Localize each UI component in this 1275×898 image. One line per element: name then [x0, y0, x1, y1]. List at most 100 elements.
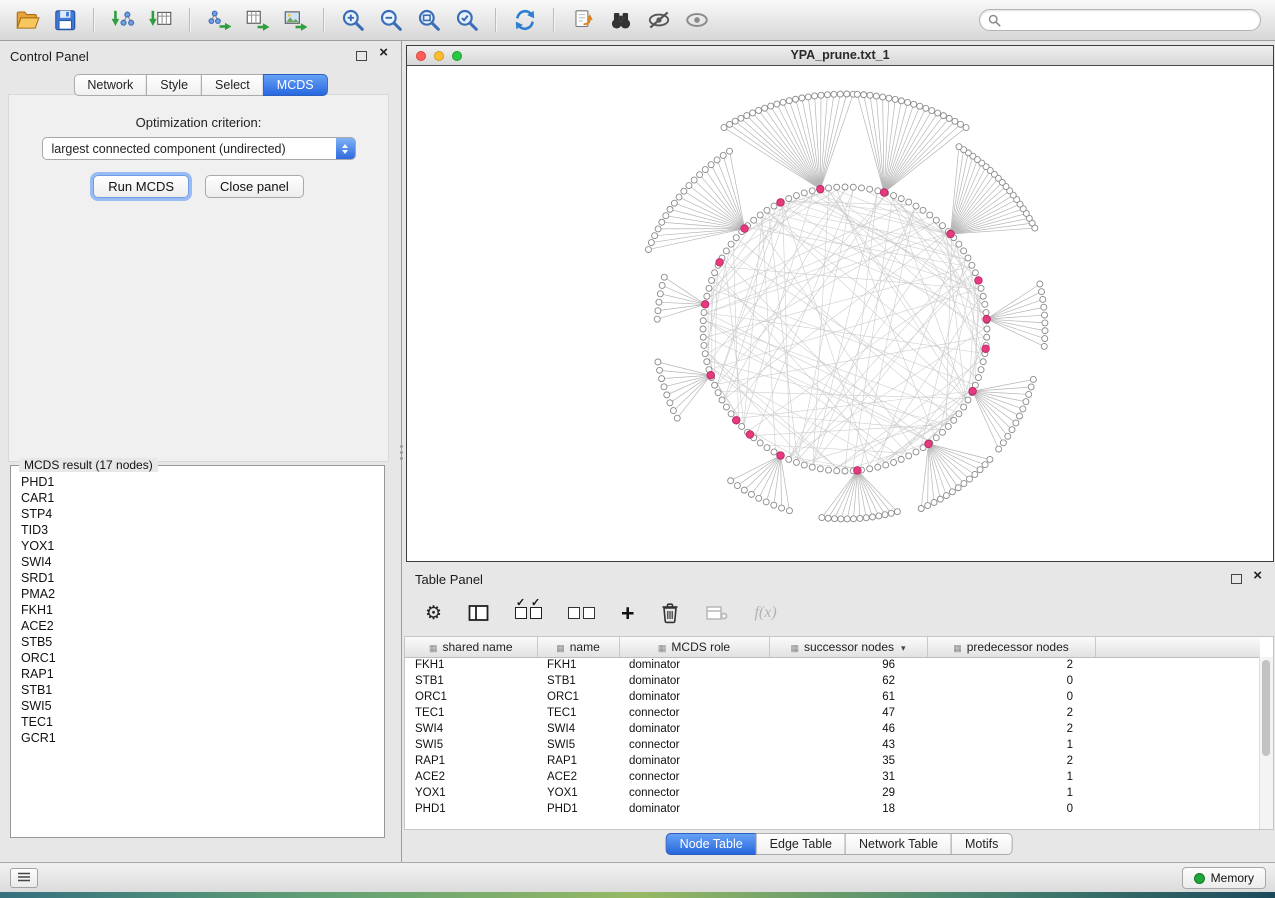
result-node[interactable]: FKH1 [21, 602, 380, 618]
window-close-icon[interactable] [416, 51, 426, 61]
table-row[interactable]: SWI5SWI5connector431 [405, 737, 1260, 753]
node-table-body: FKH1FKH1dominator962STB1STB1dominator620… [405, 657, 1260, 817]
column-grid-icon: ▦ [790, 643, 799, 653]
tab-style[interactable]: Style [146, 74, 202, 96]
table-row[interactable]: RAP1RAP1dominator352 [405, 753, 1260, 769]
dominator-node [701, 301, 709, 309]
run-mcds-button[interactable]: Run MCDS [93, 175, 189, 198]
dominator-node [817, 185, 825, 193]
table-row[interactable]: STB1STB1dominator620 [405, 673, 1260, 689]
table-row[interactable]: SWI4SWI4dominator462 [405, 721, 1260, 737]
memory-button[interactable]: Memory [1182, 867, 1266, 889]
eye-slash-icon [646, 7, 672, 33]
sort-arrow-icon[interactable]: ▾ [901, 643, 906, 653]
selected-criterion: largest connected component (undirected) [43, 142, 336, 156]
export-network-icon [206, 7, 232, 33]
result-node[interactable]: TID3 [21, 522, 380, 538]
export-image-button[interactable] [279, 4, 311, 36]
add-column-button[interactable]: + [621, 603, 634, 623]
dominator-node [880, 189, 888, 197]
close-panel-icon[interactable]: × [379, 45, 388, 61]
table-row[interactable]: PHD1PHD1dominator180 [405, 801, 1260, 817]
table-scrollbar[interactable] [1259, 657, 1273, 829]
table-row[interactable]: ORC1ORC1dominator610 [405, 689, 1260, 705]
close-table-panel-icon[interactable]: × [1253, 568, 1262, 584]
network-canvas[interactable] [407, 66, 1273, 561]
result-node[interactable]: SWI5 [21, 698, 380, 714]
table-panel-title: Table Panel [415, 572, 483, 587]
checked-box-icon: ✓ [530, 607, 542, 619]
table-tab-node-table[interactable]: Node Table [666, 833, 757, 855]
disabled-grid-icon [706, 605, 728, 621]
import-table-icon [148, 7, 174, 33]
zoom-in-button[interactable] [337, 4, 369, 36]
task-history-button[interactable] [10, 868, 38, 888]
column-header-name[interactable]: ▦name [537, 637, 619, 657]
close-panel-button[interactable]: Close panel [205, 175, 304, 198]
result-node[interactable]: SWI4 [21, 554, 380, 570]
tab-select[interactable]: Select [201, 74, 264, 96]
import-network-button[interactable] [107, 4, 139, 36]
binoculars-button[interactable] [605, 4, 637, 36]
scrollbar-thumb[interactable] [1262, 660, 1270, 756]
column-header-predecessor-nodes[interactable]: ▦predecessor nodes [927, 637, 1095, 657]
rename-column-button[interactable] [706, 605, 728, 621]
zoom-fit-button[interactable] [413, 4, 445, 36]
table-tab-edge-table[interactable]: Edge Table [756, 833, 846, 855]
result-node[interactable]: PMA2 [21, 586, 380, 602]
open-folder-button[interactable] [11, 4, 43, 36]
result-node[interactable]: STB5 [21, 634, 380, 650]
delete-column-button[interactable] [660, 602, 680, 624]
table-tab-motifs[interactable]: Motifs [951, 833, 1012, 855]
export-table-button[interactable] [241, 4, 273, 36]
refresh-button[interactable] [509, 4, 541, 36]
result-node[interactable]: PHD1 [21, 474, 380, 490]
window-zoom-icon[interactable] [452, 51, 462, 61]
optimization-criterion-label: Optimization criterion: [9, 115, 388, 130]
zoom-fit-icon [416, 7, 442, 33]
clone-network-button[interactable] [567, 4, 599, 36]
result-node[interactable]: YOX1 [21, 538, 380, 554]
import-table-button[interactable] [145, 4, 177, 36]
eye-slash-button[interactable] [643, 4, 675, 36]
table-tab-network-table[interactable]: Network Table [845, 833, 952, 855]
show-column-button[interactable] [468, 604, 489, 622]
select-all-button[interactable]: ✓ ✓ [515, 607, 542, 619]
float-panel-icon[interactable] [356, 51, 367, 61]
main-toolbar [0, 0, 1275, 41]
search-box[interactable] [979, 9, 1261, 31]
column-header-successor-nodes[interactable]: ▦successor nodes▾ [769, 637, 927, 657]
eye-button[interactable] [681, 4, 713, 36]
result-node[interactable]: SRD1 [21, 570, 380, 586]
network-titlebar[interactable]: YPA_prune.txt_1 [407, 46, 1273, 66]
zoom-out-button[interactable] [375, 4, 407, 36]
column-header-MCDS-role[interactable]: ▦MCDS role [619, 637, 769, 657]
node-table: ▦shared name▦name▦MCDS role▦successor no… [404, 636, 1274, 830]
table-row[interactable]: ACE2ACE2connector311 [405, 769, 1260, 785]
tab-network[interactable]: Network [73, 74, 147, 96]
table-row[interactable]: TEC1TEC1connector472 [405, 705, 1260, 721]
desktop-wallpaper [0, 892, 1275, 898]
result-node[interactable]: STB1 [21, 682, 380, 698]
result-node[interactable]: ORC1 [21, 650, 380, 666]
result-node[interactable]: TEC1 [21, 714, 380, 730]
save-button[interactable] [49, 4, 81, 36]
table-settings-button[interactable]: ⚙ [425, 604, 442, 623]
optimization-criterion-select[interactable]: largest connected component (undirected) [42, 137, 356, 160]
window-minimize-icon[interactable] [434, 51, 444, 61]
zoom-selected-button[interactable] [451, 4, 483, 36]
tab-mcds[interactable]: MCDS [263, 74, 328, 96]
float-table-panel-icon[interactable] [1231, 574, 1242, 584]
export-network-button[interactable] [203, 4, 235, 36]
result-node[interactable]: ACE2 [21, 618, 380, 634]
result-node[interactable]: STP4 [21, 506, 380, 522]
deselect-all-button[interactable] [568, 607, 595, 619]
result-node[interactable]: GCR1 [21, 730, 380, 746]
table-row[interactable]: YOX1YOX1connector291 [405, 785, 1260, 801]
search-input[interactable] [1006, 12, 1252, 28]
result-node[interactable]: CAR1 [21, 490, 380, 506]
result-node[interactable]: RAP1 [21, 666, 380, 682]
table-row[interactable]: FKH1FKH1dominator962 [405, 657, 1260, 673]
column-header-shared-name[interactable]: ▦shared name [405, 637, 537, 657]
column-label: name [570, 640, 600, 654]
